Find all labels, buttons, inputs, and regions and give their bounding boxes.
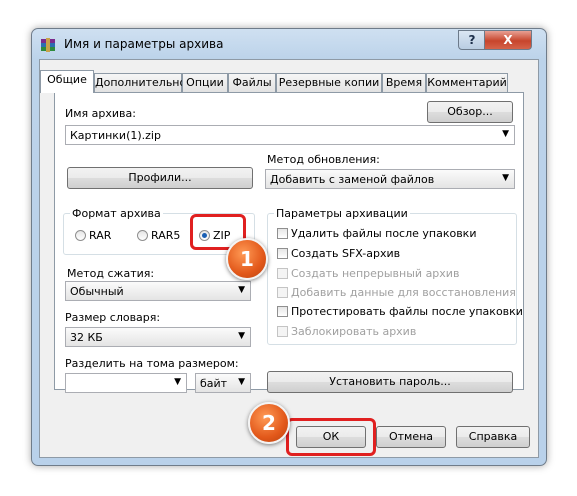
archive-format-title: Формат архива (70, 207, 163, 220)
dropdown-arrow-icon[interactable]: ▼ (502, 173, 509, 183)
checkbox-create-sfx[interactable] (277, 248, 288, 259)
radio-rar-label[interactable]: RAR (89, 229, 111, 242)
dropdown-arrow-icon[interactable]: ▼ (174, 377, 181, 387)
archive-name-value: Картинки(1).zip (70, 129, 161, 142)
dropdown-arrow-icon[interactable]: ▼ (238, 377, 245, 387)
browse-button[interactable]: Обзор... (427, 101, 513, 123)
tab-files[interactable]: Файлы (228, 73, 276, 92)
archive-options-title: Параметры архивации (274, 207, 410, 220)
update-method-select[interactable]: Добавить с заменой файлов ▼ (265, 169, 515, 189)
radio-rar5[interactable] (137, 230, 148, 241)
radio-rar5-label[interactable]: RAR5 (151, 229, 180, 242)
checkbox-recovery-data-label: Добавить данные для восстановления (291, 286, 516, 299)
dictionary-label: Размер словаря: (65, 311, 161, 324)
checkbox-delete-files[interactable] (277, 228, 288, 239)
archive-name-label: Имя архива: (65, 107, 136, 120)
dictionary-value: 32 КБ (70, 331, 103, 344)
split-unit-select[interactable]: байт ▼ (195, 373, 251, 393)
checkbox-lock-archive (277, 326, 288, 337)
checkbox-lock-archive-label: Заблокировать архив (291, 325, 417, 338)
dropdown-arrow-icon[interactable]: ▼ (238, 331, 245, 341)
general-tab-panel: Имя архива: Обзор... Картинки(1).zip ▼ М… (54, 92, 524, 393)
tab-time[interactable]: Время (382, 73, 426, 92)
winrar-books-icon (41, 38, 55, 52)
step-marker-1: 1 (226, 238, 268, 280)
cancel-button[interactable]: Отмена (376, 426, 446, 448)
tab-options[interactable]: Опции (182, 73, 228, 92)
checkbox-delete-files-label[interactable]: Удалить файлы после упаковки (291, 227, 476, 240)
checkbox-recovery-data (277, 287, 288, 298)
dropdown-arrow-icon[interactable]: ▼ (502, 129, 509, 139)
step-marker-2: 2 (248, 402, 290, 444)
checkbox-solid-archive (277, 268, 288, 279)
dropdown-arrow-icon[interactable]: ▼ (238, 285, 245, 295)
split-size-combo[interactable]: ▼ (65, 373, 187, 393)
set-password-button[interactable]: Установить пароль... (267, 371, 513, 393)
tab-advanced[interactable]: Дополнительно (94, 73, 186, 92)
checkbox-test-files[interactable] (277, 306, 288, 317)
checkbox-solid-archive-label: Создать непрерывный архив (291, 267, 460, 280)
close-button[interactable]: X (484, 30, 532, 50)
compression-value: Обычный (70, 285, 124, 298)
archive-name-combo[interactable]: Картинки(1).zip ▼ (65, 125, 515, 145)
help-button[interactable]: Справка (456, 426, 530, 448)
checkbox-create-sfx-label[interactable]: Создать SFX-архив (291, 247, 400, 260)
split-unit-value: байт (200, 377, 228, 390)
checkbox-test-files-label[interactable]: Протестировать файлы после упаковки (291, 305, 523, 318)
compression-select[interactable]: Обычный ▼ (65, 281, 251, 301)
update-method-value: Добавить с заменой файлов (270, 173, 435, 186)
ok-highlight-box (286, 418, 376, 456)
tab-comment[interactable]: Комментарий (426, 73, 508, 92)
split-label: Разделить на тома размером: (65, 357, 239, 370)
tab-backup[interactable]: Резервные копии (276, 73, 382, 92)
radio-rar[interactable] (75, 230, 86, 241)
window-title: Имя и параметры архива (64, 37, 224, 51)
tab-general[interactable]: Общие (40, 70, 94, 93)
update-method-label: Метод обновления: (267, 153, 380, 166)
dictionary-select[interactable]: 32 КБ ▼ (65, 327, 251, 347)
help-title-button[interactable]: ? (458, 30, 486, 50)
compression-label: Метод сжатия: (67, 267, 155, 280)
profiles-button[interactable]: Профили... (67, 167, 253, 189)
title-bar[interactable]: Имя и параметры архива ? X (32, 29, 546, 59)
